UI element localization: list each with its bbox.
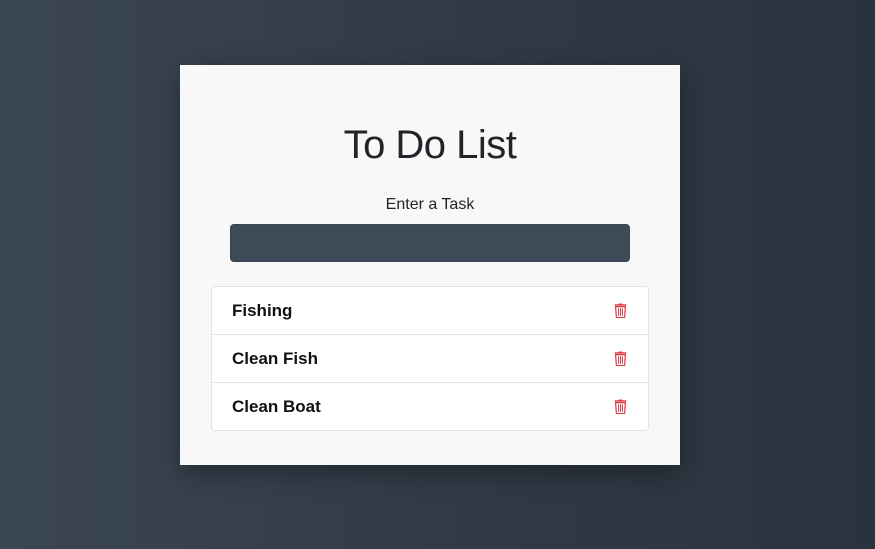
- task-label: Clean Boat: [232, 396, 321, 416]
- task-label: Fishing: [232, 300, 293, 320]
- list-item: Clean Fish: [212, 335, 648, 383]
- list-item: Clean Boat: [212, 383, 648, 430]
- task-label: Clean Fish: [232, 348, 318, 368]
- list-item: Fishing: [212, 287, 648, 335]
- trash-icon: [614, 351, 626, 366]
- task-list: Fishing Clean Fish Clean Boat: [211, 286, 649, 431]
- todo-card: To Do List Enter a Task Fishing Clean Fi…: [180, 65, 680, 465]
- task-input-label: Enter a Task: [385, 196, 475, 213]
- delete-task-button[interactable]: [612, 302, 628, 320]
- delete-task-button[interactable]: [612, 350, 628, 368]
- trash-icon: [614, 399, 626, 414]
- task-input[interactable]: [230, 224, 630, 262]
- page-title: To Do List: [343, 123, 517, 167]
- delete-task-button[interactable]: [612, 398, 628, 416]
- trash-icon: [614, 303, 626, 318]
